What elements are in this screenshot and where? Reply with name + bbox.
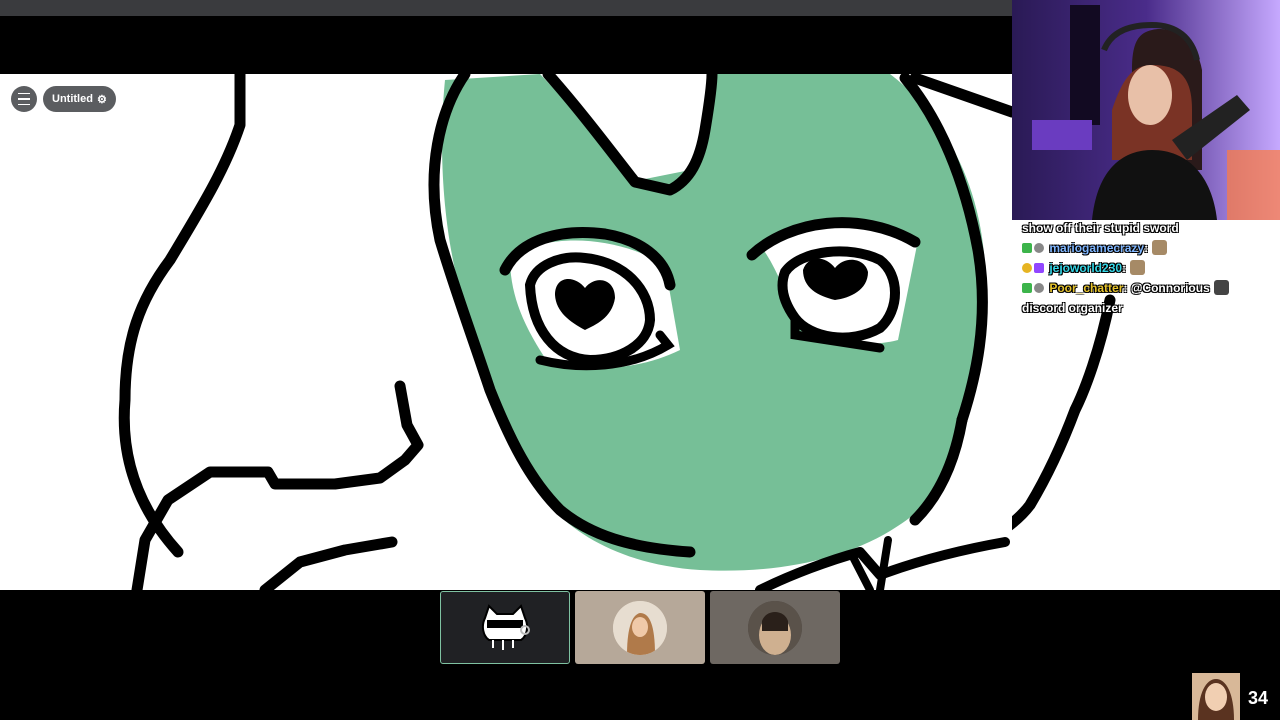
menu-button[interactable] — [11, 86, 37, 112]
participant-tile[interactable] — [710, 591, 840, 664]
chat-text: @Connorious — [1130, 281, 1210, 295]
canvas-header-band — [0, 16, 1012, 74]
participant-avatar — [613, 601, 667, 655]
drawing-strokes — [118, 74, 1012, 590]
chat-text: discord organizer — [1022, 301, 1123, 315]
drawing-canvas[interactable] — [0, 74, 1012, 590]
bits-badge-icon — [1022, 263, 1032, 273]
chat-message: jejoworld230: — [1022, 258, 1272, 278]
document-title-button[interactable]: Untitled ⚙ — [43, 86, 116, 112]
chat-username[interactable]: jejoworld230 — [1049, 261, 1122, 275]
chat-message: Poor_chatter: @Connorious — [1022, 278, 1272, 298]
chat-text: show off their stupid sword — [1022, 221, 1179, 235]
streamer-webcam — [1012, 0, 1280, 220]
document-title: Untitled — [52, 93, 93, 105]
participant-avatar — [748, 601, 802, 655]
gear-icon: ⚙ — [96, 93, 107, 106]
menu-icon-bar — [18, 98, 30, 100]
verified-badge-icon — [1022, 243, 1032, 253]
doodle-avatar — [481, 604, 530, 650]
cat-emote-icon — [1152, 240, 1168, 255]
avatar-image — [613, 601, 667, 655]
chat-colon: : — [1122, 261, 1127, 275]
chat-message: mariogamecrazy: — [1022, 238, 1272, 258]
chat-badge-icon — [1034, 283, 1044, 293]
cat-emote-icon — [1130, 260, 1146, 275]
green-fill — [442, 74, 986, 571]
chat-badge-icon — [1034, 243, 1044, 253]
menu-icon-bar — [18, 92, 30, 95]
browser-top-bar — [0, 0, 1012, 16]
viewer-count: 34 — [1248, 688, 1269, 708]
participant-tile[interactable] — [440, 591, 570, 664]
chat-username[interactable]: mariogamecrazy — [1049, 241, 1144, 255]
avatar-image — [748, 601, 802, 655]
viewer-avatar — [1192, 673, 1240, 720]
chat-colon: : — [1144, 241, 1149, 255]
subscriber-badge-icon — [1034, 263, 1044, 273]
viewer-avatar-image — [1192, 673, 1240, 720]
detective-emote-icon — [1213, 280, 1229, 295]
verified-badge-icon — [1022, 283, 1032, 293]
chat-overlay: show off their stupid sword mariogamecra… — [1022, 218, 1272, 318]
webcam-image — [1012, 0, 1280, 220]
chat-colon: : — [1123, 281, 1128, 295]
menu-icon-bar — [18, 103, 30, 106]
chat-message: discord organizer — [1022, 298, 1272, 318]
participant-tile[interactable] — [575, 591, 705, 664]
chat-username[interactable]: Poor_chatter — [1049, 281, 1123, 295]
chat-message: show off their stupid sword — [1022, 218, 1272, 238]
